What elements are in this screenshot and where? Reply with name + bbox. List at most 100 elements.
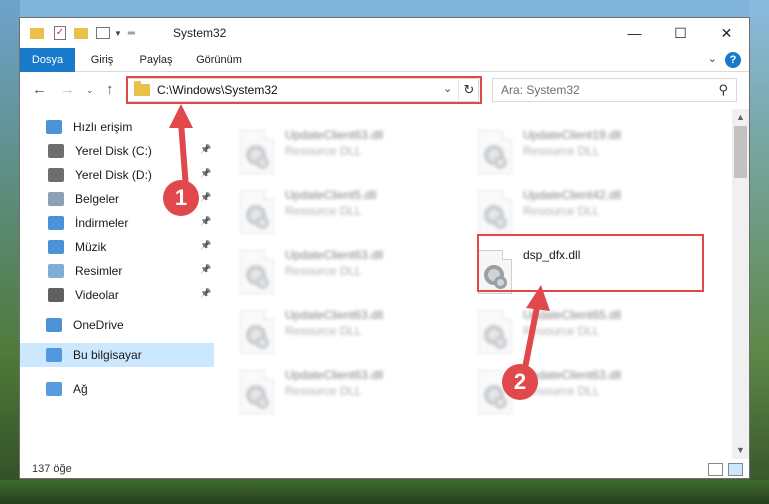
file-name: UpdateClient63.dll: [285, 248, 384, 262]
file-description: Resource DLL: [285, 384, 362, 398]
large-icons-view-button[interactable]: [728, 463, 743, 476]
dll-file-icon: [478, 190, 512, 234]
scroll-down-button[interactable]: ▼: [732, 442, 749, 459]
sidebar-item[interactable]: Hızlı erişim: [20, 115, 214, 139]
file-name: UpdateClient5.dll: [285, 188, 377, 202]
gear-icon: [256, 336, 269, 349]
sidebar-item[interactable]: Videolar 📌: [20, 283, 214, 307]
sidebar-item-label: Yerel Disk (C:): [75, 144, 152, 158]
folder-icon: [30, 27, 44, 39]
ribbon-tabs: Dosya Giriş Paylaş Görünüm ⌄ ?: [20, 48, 749, 72]
view-options-icon[interactable]: [96, 27, 110, 39]
customize-qa-icon[interactable]: ═: [128, 28, 135, 39]
music-icon: [48, 240, 64, 254]
gear-icon: [256, 156, 269, 169]
file-name: UpdateClient65.dll: [523, 308, 622, 322]
drive-icon: [48, 168, 64, 182]
step-2-badge: 2: [502, 364, 538, 400]
pin-icon[interactable]: 📌: [200, 144, 211, 155]
star-icon: [46, 120, 62, 134]
tab-view[interactable]: Görünüm: [191, 48, 247, 72]
step-1-badge: 1: [163, 180, 199, 216]
file-description: Resource DLL: [285, 204, 362, 218]
quick-access-toolbar: ✓ ▼ ═: [30, 24, 135, 42]
videos-icon: [48, 288, 64, 302]
sidebar-item-label: Hızlı erişim: [73, 120, 133, 134]
gear-icon: [494, 156, 507, 169]
desktop-background-right: [749, 0, 769, 504]
file-description: Resource DLL: [285, 324, 362, 338]
pin-icon[interactable]: 📌: [200, 264, 211, 275]
pin-icon[interactable]: 📌: [200, 216, 211, 227]
scroll-up-button[interactable]: ▲: [732, 109, 749, 126]
file-item[interactable]: UpdateClient19.dll Resource DLL: [478, 127, 703, 179]
file-item[interactable]: UpdateClient5.dll Resource DLL: [240, 187, 465, 239]
documents-icon: [48, 192, 64, 206]
sidebar-item-label: Ağ: [73, 382, 88, 396]
new-folder-icon[interactable]: [74, 27, 88, 39]
gear-icon: [494, 396, 507, 409]
drive-icon: [48, 144, 64, 158]
scroll-thumb[interactable]: [734, 126, 747, 178]
sidebar-item-label: İndirmeler: [75, 216, 129, 230]
pictures-icon: [48, 264, 64, 278]
file-item[interactable]: UpdateClient63.dll Resource DLL: [240, 127, 465, 179]
file-item[interactable]: UpdateClient63.dll Resource DLL: [240, 247, 465, 299]
address-highlight-box: [126, 76, 482, 104]
sidebar-item[interactable]: Yerel Disk (C:) 📌: [20, 139, 214, 163]
dll-file-icon: [240, 190, 274, 234]
gear-icon: [256, 216, 269, 229]
pin-icon[interactable]: 📌: [200, 240, 211, 251]
recent-locations-button[interactable]: ⌄: [86, 85, 94, 96]
file-highlight-box: [477, 234, 704, 292]
sidebar-item[interactable]: Resimler 📌: [20, 259, 214, 283]
status-bar: 137 öğe: [20, 459, 749, 478]
sidebar-item-label: Müzik: [75, 240, 107, 254]
chevron-down-icon[interactable]: ⌄: [708, 52, 717, 65]
file-description: Resource DLL: [285, 144, 362, 158]
forward-button[interactable]: →: [60, 81, 75, 98]
back-button[interactable]: ←: [32, 81, 47, 98]
file-item[interactable]: UpdateClient63.dll Resource DLL: [240, 367, 465, 419]
title-bar: ✓ ▼ ═ System32 — ☐ ✕: [20, 18, 749, 48]
tab-share[interactable]: Paylaş: [136, 48, 176, 72]
file-description: Resource DLL: [285, 264, 362, 278]
file-item[interactable]: UpdateClient42.dll Resource DLL: [478, 187, 703, 239]
desktop-background-bottom: [0, 480, 769, 504]
chevron-down-icon[interactable]: ▼: [114, 29, 122, 38]
search-icon[interactable]: ⚲: [718, 82, 728, 98]
file-item[interactable]: UpdateClient63.dll Resource DLL: [240, 307, 465, 359]
file-name: UpdateClient63.dll: [285, 368, 384, 382]
file-name: UpdateClient63.dll: [285, 308, 384, 322]
tab-file[interactable]: Dosya: [20, 48, 75, 72]
pin-icon[interactable]: 📌: [200, 192, 211, 203]
dll-file-icon: [240, 250, 274, 294]
close-button[interactable]: ✕: [704, 18, 749, 48]
pin-icon[interactable]: 📌: [200, 168, 211, 179]
sidebar-item[interactable]: Bu bilgisayar: [20, 343, 214, 367]
properties-icon[interactable]: ✓: [54, 26, 66, 40]
sidebar-item-label: Belgeler: [75, 192, 120, 206]
vertical-scrollbar[interactable]: ▲ ▼: [732, 109, 749, 459]
file-name: UpdateClient63.dll: [285, 128, 384, 142]
file-name: UpdateClient42.dll: [523, 188, 622, 202]
minimize-button[interactable]: —: [612, 18, 657, 48]
up-button[interactable]: ↑: [106, 81, 114, 98]
sidebar-item[interactable]: Ağ: [20, 377, 214, 401]
gear-icon: [494, 336, 507, 349]
sidebar-item[interactable]: Müzik 📌: [20, 235, 214, 259]
pin-icon[interactable]: 📌: [200, 288, 211, 299]
details-view-button[interactable]: [708, 463, 723, 476]
help-icon[interactable]: ?: [725, 52, 741, 68]
sidebar-item[interactable]: OneDrive: [20, 313, 214, 337]
gear-icon: [494, 216, 507, 229]
file-item[interactable]: UpdateClient65.dll Resource DLL: [478, 307, 703, 359]
navigation-pane: Hızlı erişim Yerel Disk (C:) 📌 Yerel Disk (…: [20, 109, 214, 459]
cloud-icon: [46, 318, 62, 332]
dll-file-icon: [240, 370, 274, 414]
search-input[interactable]: Ara: System32: [501, 83, 580, 97]
tab-home[interactable]: Giriş: [84, 48, 120, 72]
maximize-button[interactable]: ☐: [658, 18, 703, 48]
navigation-bar: ← → ⌄ ↑ C:\Windows\System32 ⌄ ↻ Ara: Sys…: [20, 73, 749, 108]
search-box[interactable]: Ara: System32 ⚲: [492, 78, 737, 102]
